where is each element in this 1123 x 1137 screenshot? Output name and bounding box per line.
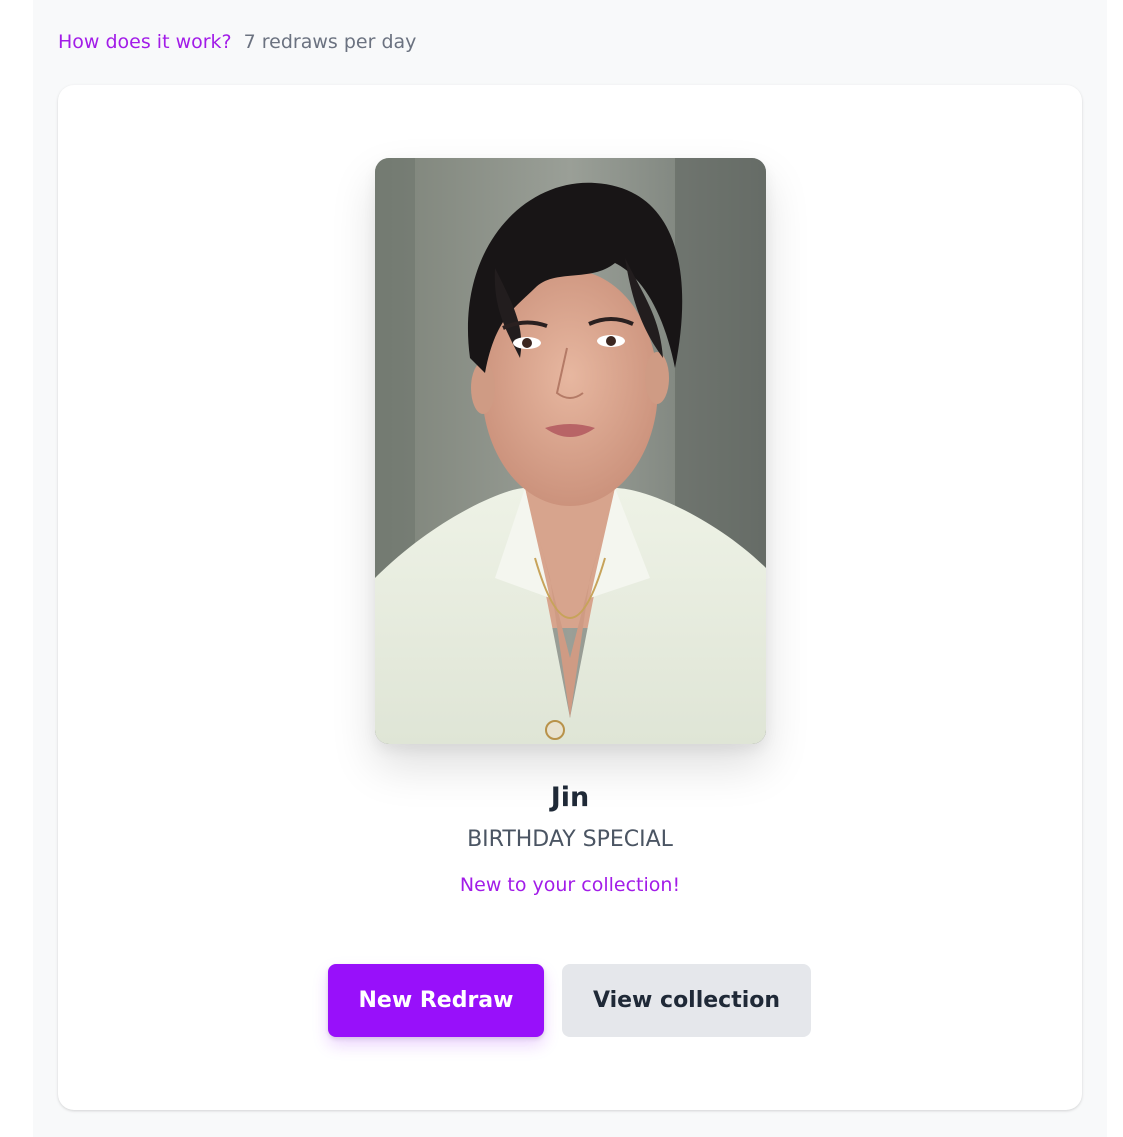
card-set-name: BIRTHDAY SPECIAL: [467, 827, 673, 852]
member-photo-illustration: [375, 158, 766, 744]
draw-result-panel: Jin BIRTHDAY SPECIAL New to your collect…: [58, 85, 1082, 1110]
member-name: Jin: [550, 782, 590, 813]
new-to-collection-text: New to your collection!: [459, 874, 681, 896]
photocard-image: [375, 158, 766, 744]
how-does-it-work-link[interactable]: How does it work?: [58, 31, 232, 53]
redraw-info-bar: How does it work? 7 redraws per day: [58, 28, 416, 56]
new-redraw-button[interactable]: New Redraw: [328, 964, 544, 1037]
view-collection-button[interactable]: View collection: [562, 964, 811, 1037]
redraws-per-day-text: 7 redraws per day: [243, 31, 417, 53]
